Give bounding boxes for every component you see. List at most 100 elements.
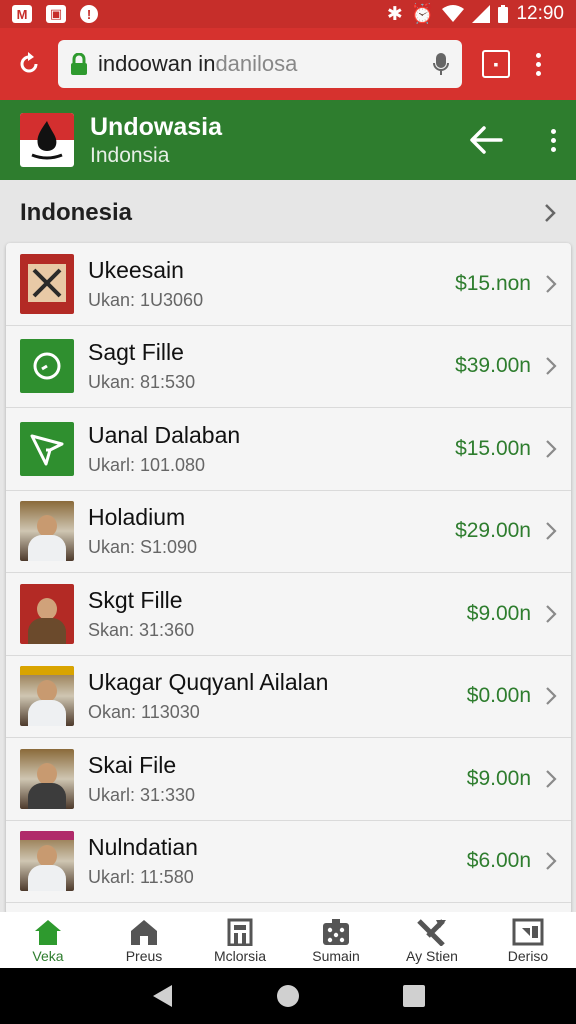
item-subtitle: Skan: 31:360 [88,619,195,640]
home-circle-icon[interactable] [275,983,301,1009]
nav-label: Sumain [312,948,360,964]
photo-icon: ▣ [46,5,66,23]
item-title: Ukagar Quqyanl Ailalan [88,669,329,696]
item-subtitle: Ukan: 1U3060 [88,289,204,310]
nav-item-veka[interactable]: Veka [0,912,96,968]
url-text[interactable]: indoowan indanilosa [98,51,432,77]
item-subtitle: Ukarl: 31:330 [88,784,196,805]
chevron-right-icon [545,204,556,222]
item-price: $9.00n [466,766,531,790]
item-subtitle: Okan: 113030 [88,702,200,723]
item-list: Ukeesain Ukan: 1U3060 $15.non Sagt Fille… [6,243,571,915]
chevron-right-icon [546,852,557,871]
nav-label: Deriso [507,948,549,964]
back-triangle-icon[interactable] [150,983,174,1009]
app-menu-icon[interactable] [551,128,556,152]
chevron-right-icon [546,439,557,458]
alarm-icon: ⏰ [410,4,435,25]
item-thumbnail [20,831,74,892]
list-item[interactable]: Uanal Dalaban Ukarl: 101.080 $15.00n [6,408,571,491]
browser-toolbar: indoowan indanilosa ▪ [0,28,576,100]
item-price: $15.non [455,271,531,295]
system-navigation-bar [0,968,576,1024]
browser-menu-icon[interactable] [536,52,541,76]
app-title: Undowasia [90,112,222,141]
list-item[interactable]: Skgt Fille Skan: 31:360 $9.00n [6,573,571,656]
nav-item-sumain[interactable]: Sumain [288,912,384,968]
item-title: Uanal Dalaban [88,421,241,448]
status-bar: M ▣ ! ✱ ⏰ 12:90 [0,0,576,28]
item-thumbnail [20,583,74,644]
item-price: $0.00n [466,684,531,708]
item-title: Skgt Fille [88,586,183,613]
back-arrow-icon[interactable] [469,125,503,155]
item-subtitle: Ukan: S1:090 [88,537,198,558]
item-title: Sagt Fille [88,339,184,366]
section-title: Indonesia [20,199,133,226]
signal-icon [472,5,491,23]
nav-label: Ay Stien [406,948,458,964]
wifi-icon [442,5,465,22]
item-price: $39.00n [455,354,531,378]
item-thumbnail [20,339,74,394]
nav-item-preus[interactable]: Preus [96,912,192,968]
list-item[interactable]: Ukagar Quqyanl Ailalan Okan: 113030 $0.0… [6,656,571,738]
nav-label: Preus [125,948,163,964]
nav-item-deriso[interactable]: Deriso [480,912,576,968]
gmail-icon: M [12,5,32,23]
item-price: $9.00n [466,601,531,625]
bluetooth-icon: ✱ [386,3,403,25]
home-icon [35,920,61,945]
battery-icon [498,5,509,23]
x-tools-icon [417,919,446,946]
mic-icon[interactable] [432,51,450,77]
app-logo [20,113,74,167]
item-price: $29.00n [455,519,531,543]
section-header[interactable]: Indonesia [0,180,576,246]
item-price: $15.00n [455,436,531,460]
status-time: 12:90 [516,3,564,24]
nav-label: Mclorsia [213,948,267,964]
url-dim: danilosa [215,51,298,76]
item-title: Nulndatian [88,834,198,861]
chevron-right-icon [546,274,557,293]
app-subtitle: Indonsia [90,143,170,167]
nav-label: Veka [32,948,64,964]
item-thumbnail [20,748,74,809]
list-item[interactable]: Sagt Fille Ukan: 81:530 $39.00n [6,326,571,408]
house-icon [131,920,157,945]
recents-square-icon[interactable] [402,984,426,1008]
app-bar: Undowasia Indonsia [0,100,576,180]
nav-item-mclorsia[interactable]: Mclorsia [192,912,288,968]
item-title: Skai File [88,751,177,778]
item-thumbnail [20,501,74,562]
chevron-right-icon [546,687,557,706]
url-bar[interactable]: indoowan indanilosa [58,40,462,88]
dice-icon [323,919,349,945]
reload-icon[interactable] [10,45,48,83]
item-price: $6.00n [466,849,531,873]
item-thumbnail [20,253,74,314]
alert-icon: ! [80,5,98,23]
list-item[interactable]: Holadium Ukan: S1:090 $29.00n [6,491,571,573]
item-thumbnail [20,421,74,476]
item-thumbnail [20,666,74,727]
list-item[interactable]: Ukeesain Ukan: 1U3060 $15.non [6,243,571,326]
building-icon [227,918,253,946]
list-item[interactable]: Skai File Ukarl: 31:330 $9.00n [6,738,571,821]
item-subtitle: Ukan: 81:530 [88,372,196,393]
tabs-button[interactable]: ▪ [482,50,510,78]
bottom-navigation: Veka Preus Mclorsia Sumain Ay Stien Deri… [0,912,576,968]
lock-icon [71,53,87,75]
item-title: Holadium [88,504,186,531]
chevron-right-icon [546,522,557,541]
chevron-right-icon [546,769,557,788]
item-title: Ukeesain [88,256,184,283]
tv-icon [512,918,544,946]
chevron-right-icon [546,357,557,376]
item-subtitle: Ukarl: 11:580 [88,867,194,888]
nav-item-ay-stien[interactable]: Ay Stien [384,912,480,968]
chevron-right-icon [546,604,557,623]
item-subtitle: Ukarl: 101.080 [88,454,206,475]
list-item[interactable]: Nulndatian Ukarl: 11:580 $6.00n [6,821,571,903]
